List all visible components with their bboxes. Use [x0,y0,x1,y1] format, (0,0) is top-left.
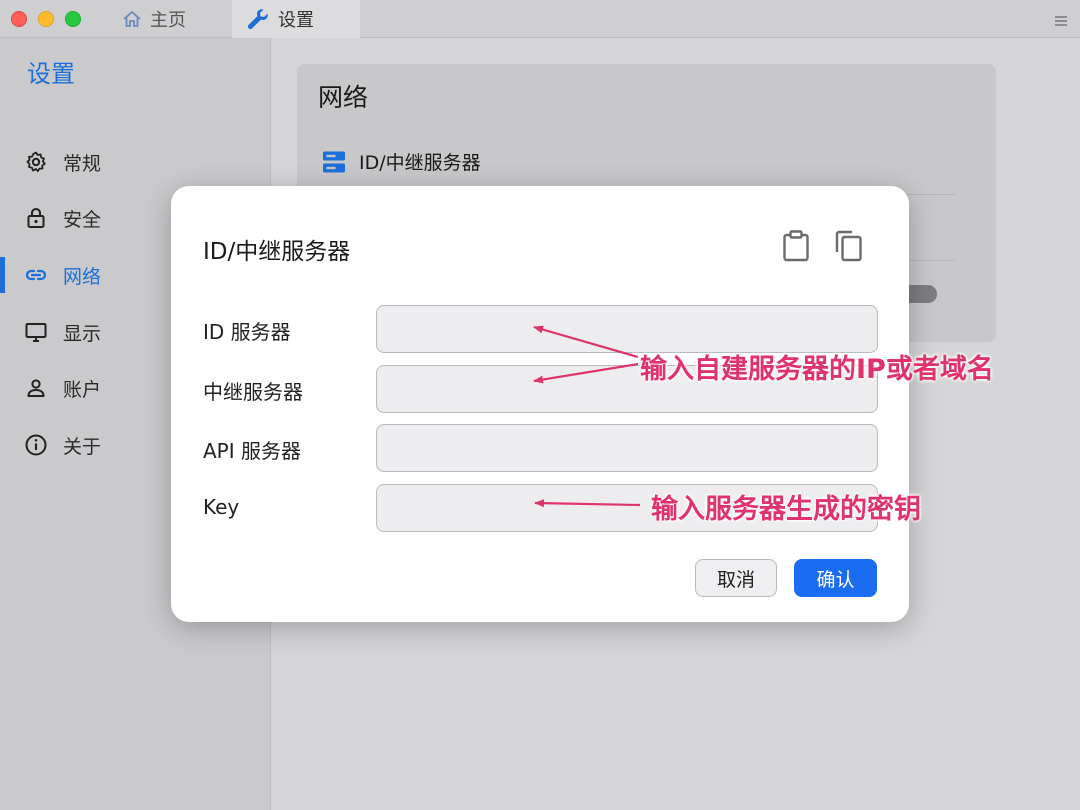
server-icon [321,149,347,175]
zoom-window-button[interactable] [65,11,81,27]
sidebar-item-general[interactable]: 常规 [0,142,271,182]
minimize-window-button[interactable] [38,11,54,27]
info-icon [24,433,48,457]
id-relay-server-dialog: ID/中继服务器 ID 服务器 中继服务器 API 服务器 Key 取消 确认 [171,186,909,622]
tab-home[interactable]: 主页 [110,0,230,38]
panel-title: 网络 [318,83,369,112]
copy-icon[interactable] [835,230,863,262]
api-server-input[interactable] [376,424,878,472]
window-titlebar: 主页 设置 [0,0,1080,38]
relay-server-label: 中继服务器 [203,380,303,404]
id-server-input[interactable] [376,305,878,353]
annotation-key-hint: 输入服务器生成的密钥 [651,494,921,525]
id-server-label: ID 服务器 [203,320,291,344]
sidebar-item-label: 常规 [63,152,102,175]
panel-row-label: ID/中继服务器 [359,152,481,174]
cancel-button[interactable]: 取消 [695,559,777,597]
lock-icon [24,206,48,230]
gear-icon [24,150,48,174]
sidebar-item-label: 关于 [63,435,102,458]
sidebar-item-label: 显示 [63,322,102,345]
key-label: Key [203,495,240,519]
api-server-label: API 服务器 [203,439,301,463]
link-icon [24,263,48,287]
dialog-title: ID/中继服务器 [203,239,351,265]
hamburger-menu-icon[interactable] [1054,12,1068,26]
wrench-icon [246,7,270,31]
tab-settings[interactable]: 设置 [232,0,360,38]
sidebar-item-label: 网络 [63,265,102,288]
annotation-server-hint: 输入自建服务器的IP或者域名 [640,354,994,385]
tab-home-label: 主页 [150,10,186,31]
sidebar-title: 设置 [27,60,75,88]
monitor-icon [24,320,48,344]
confirm-button[interactable]: 确认 [794,559,877,597]
close-window-button[interactable] [11,11,27,27]
id-relay-server-row[interactable]: ID/中继服务器 [321,148,481,175]
sidebar-item-label: 账户 [63,378,102,401]
home-icon [122,9,142,29]
tab-settings-label: 设置 [278,10,314,31]
sidebar-item-label: 安全 [63,208,102,231]
user-icon [24,376,48,400]
paste-clipboard-icon[interactable] [782,230,810,262]
